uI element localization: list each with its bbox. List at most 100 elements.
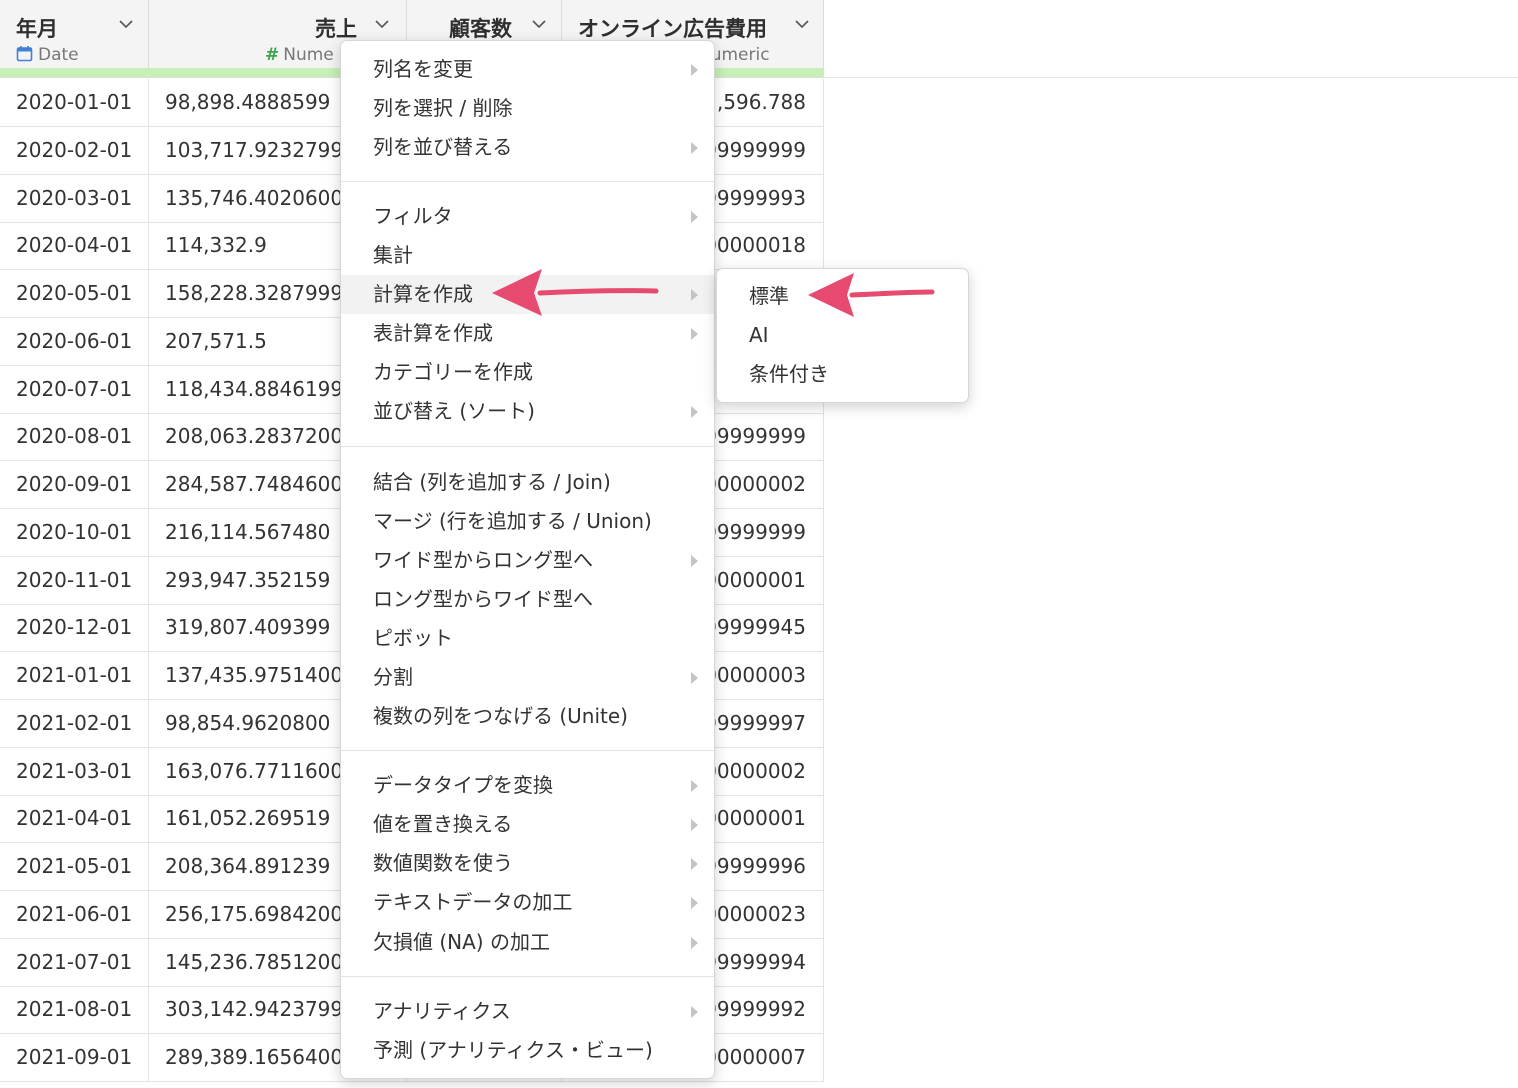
menu-item[interactable]: 計算を作成 [341, 275, 714, 314]
menu-item-label: 分割 [373, 665, 413, 689]
menu-item[interactable]: 列を並び替える [341, 128, 714, 167]
cell-date[interactable]: 2020-09-01 [0, 461, 149, 508]
menu-item-label: アナリティクス [373, 999, 511, 1023]
menu-separator [341, 181, 714, 182]
menu-item-label: 数値関数を使う [373, 851, 513, 875]
chevron-right-icon [691, 937, 698, 949]
header-divider [824, 77, 1518, 78]
menu-item[interactable]: 予測 (アナリティクス・ビュー) [341, 1031, 714, 1070]
column-type-label: Nume [283, 45, 334, 65]
chevron-down-icon[interactable] [532, 20, 546, 33]
menu-item-label: ワイド型からロング型へ [373, 548, 593, 572]
menu-item-label: ピボット [373, 626, 453, 650]
chevron-right-icon [691, 328, 698, 340]
cell-date[interactable]: 2020-03-01 [0, 174, 149, 222]
menu-item[interactable]: 欠損値 (NA) の加工 [341, 923, 714, 962]
chevron-down-icon[interactable] [795, 20, 809, 33]
menu-item[interactable]: 集計 [341, 236, 714, 275]
cell-date[interactable]: 2021-07-01 [0, 938, 149, 986]
chevron-right-icon [691, 819, 698, 831]
menu-item-label: 複数の列をつなげる (Unite) [373, 704, 628, 728]
menu-item-label: 欠損値 (NA) の加工 [373, 930, 550, 954]
menu-item[interactable]: 数値関数を使う [341, 844, 714, 883]
menu-item-label: 表計算を作成 [373, 321, 493, 345]
menu-item-label: 計算を作成 [373, 282, 473, 306]
menu-item-label: 結合 (列を追加する / Join) [373, 470, 611, 494]
menu-item-label: カテゴリーを作成 [373, 360, 533, 384]
menu-item-label: マージ (行を追加する / Union) [373, 509, 652, 533]
menu-item-label: 列名を変更 [373, 57, 473, 81]
chevron-right-icon [691, 406, 698, 418]
column-header-date[interactable]: 年月 Date [0, 0, 149, 68]
cell-date[interactable]: 2021-03-01 [0, 747, 149, 795]
cell-date[interactable]: 2020-06-01 [0, 317, 149, 365]
menu-item[interactable]: 列名を変更 [341, 50, 714, 89]
menu-item[interactable]: カテゴリーを作成 [341, 353, 714, 392]
cell-date[interactable]: 2021-09-01 [0, 1034, 149, 1081]
cell-date[interactable]: 2020-12-01 [0, 604, 149, 652]
chevron-down-icon[interactable] [375, 20, 389, 33]
menu-separator [341, 976, 714, 977]
cell-date[interactable]: 2020-02-01 [0, 126, 149, 174]
menu-item-label: 並び替え (ソート) [373, 399, 535, 423]
menu-item[interactable]: ロング型からワイド型へ [341, 580, 714, 619]
column-type: # Nume [265, 45, 334, 65]
chevron-down-icon[interactable] [119, 20, 133, 33]
menu-item[interactable]: 表計算を作成 [341, 314, 714, 353]
column-name: オンライン広告費用 [578, 17, 767, 41]
cell-date[interactable]: 2020-05-01 [0, 270, 149, 317]
calendar-icon [16, 45, 33, 67]
cell-date[interactable]: 2021-02-01 [0, 699, 149, 747]
menu-item[interactable]: 並び替え (ソート) [341, 392, 714, 431]
menu-item-label: 集計 [373, 243, 413, 267]
submenu-item[interactable]: 条件付き [717, 355, 968, 394]
menu-item[interactable]: ワイド型からロング型へ [341, 541, 714, 580]
menu-item-label: データタイプを変換 [373, 773, 553, 797]
menu-item-label: 予測 (アナリティクス・ビュー) [373, 1038, 653, 1062]
menu-separator [341, 446, 714, 447]
submenu-item[interactable]: AI [717, 316, 968, 355]
column-type-label: Date [38, 45, 79, 65]
chevron-right-icon [691, 858, 698, 870]
column-name: 売上 [315, 17, 357, 41]
column-name: 年月 [16, 17, 58, 41]
menu-item[interactable]: ピボット [341, 619, 714, 658]
chevron-right-icon [691, 897, 698, 909]
menu-item[interactable]: アナリティクス [341, 992, 714, 1031]
menu-item[interactable]: データタイプを変換 [341, 766, 714, 805]
cell-date[interactable]: 2020-08-01 [0, 413, 149, 461]
menu-item[interactable]: 分割 [341, 658, 714, 697]
submenu-item[interactable]: 標準 [717, 277, 968, 316]
cell-date[interactable]: 2020-11-01 [0, 556, 149, 604]
menu-item[interactable]: 列を選択 / 削除 [341, 89, 714, 128]
menu-item-label: フィルタ [373, 204, 453, 228]
menu-item-label: 値を置き換える [373, 812, 513, 836]
cell-date[interactable]: 2021-05-01 [0, 843, 149, 890]
menu-item-label: テキストデータの加工 [373, 890, 573, 914]
column-name: 顧客数 [449, 17, 512, 41]
cell-date[interactable]: 2020-04-01 [0, 222, 149, 270]
menu-item[interactable]: マージ (行を追加する / Union) [341, 502, 714, 541]
cell-date[interactable]: 2020-10-01 [0, 508, 149, 556]
chevron-right-icon [691, 672, 698, 684]
column-context-menu: 列名を変更列を選択 / 削除列を並び替えるフィルタ集計計算を作成表計算を作成カテ… [340, 40, 715, 1079]
menu-separator [341, 750, 714, 751]
app-screen: 年月 Date 売上 # Nume 顧客数 オンライン広告費用 Numeric … [0, 0, 1518, 1088]
cell-date[interactable]: 2021-08-01 [0, 986, 149, 1034]
menu-item[interactable]: テキストデータの加工 [341, 883, 714, 922]
cell-date[interactable]: 2021-04-01 [0, 795, 149, 843]
menu-item[interactable]: 値を置き換える [341, 805, 714, 844]
menu-item[interactable]: 結合 (列を追加する / Join) [341, 463, 714, 502]
chevron-right-icon [691, 142, 698, 154]
menu-item-label: 列を選択 / 削除 [373, 96, 513, 120]
cell-date[interactable]: 2020-01-01 [0, 79, 149, 126]
cell-date[interactable]: 2021-06-01 [0, 890, 149, 938]
cell-date[interactable]: 2020-07-01 [0, 365, 149, 413]
calculation-submenu: 標準 AI 条件付き [716, 268, 969, 403]
hash-icon: # [265, 45, 280, 65]
menu-item-label: ロング型からワイド型へ [373, 587, 593, 611]
menu-item[interactable]: フィルタ [341, 197, 714, 236]
chevron-right-icon [691, 1006, 698, 1018]
menu-item[interactable]: 複数の列をつなげる (Unite) [341, 697, 714, 736]
cell-date[interactable]: 2021-01-01 [0, 652, 149, 699]
